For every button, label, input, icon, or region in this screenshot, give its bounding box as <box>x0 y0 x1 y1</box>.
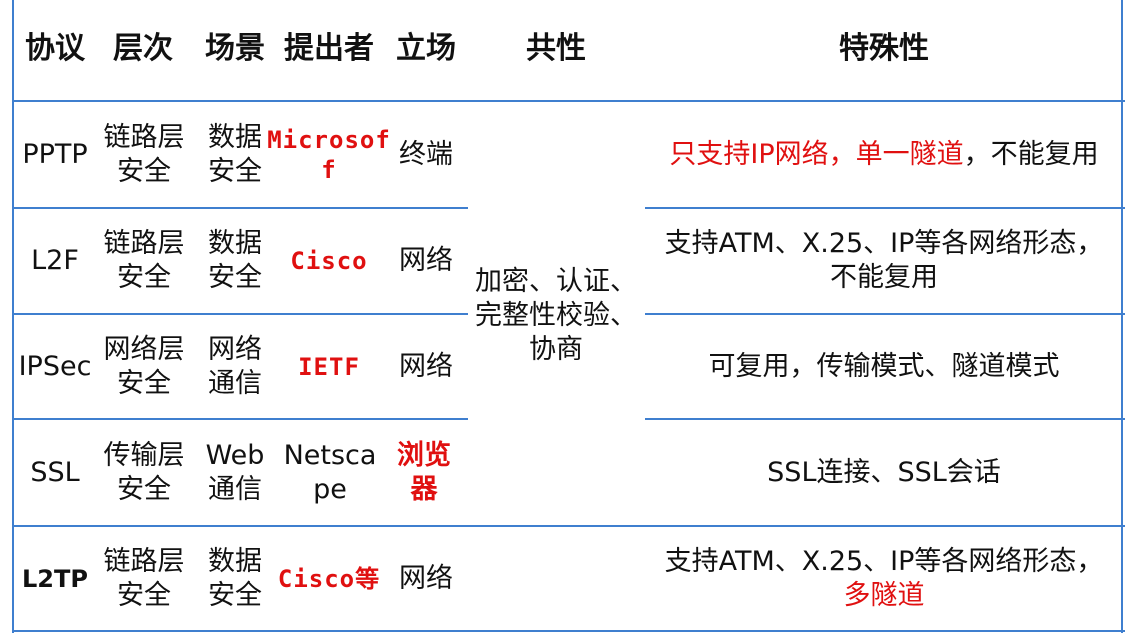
row-l2tp-proposer: Cisco等 <box>277 564 381 593</box>
header-special: 特殊性 <box>839 31 929 67</box>
row-pptp-proposer: Microsof f <box>267 102 390 207</box>
row-ipsec-special: 可复用，传输模式、隧道模式 <box>708 350 1060 382</box>
proposer-line-1: Microsof <box>267 125 391 154</box>
row-pptp-protocol: PPTP <box>22 138 88 170</box>
special-highlight: 只支持IP网络，单一隧道 <box>669 138 964 170</box>
header-scene: 场景 <box>205 31 265 67</box>
row-ipsec-stance: 网络 <box>399 350 453 382</box>
header-protocol: 协议 <box>25 31 85 67</box>
row-ipsec-scene: 网络通信 <box>208 333 262 399</box>
row-l2tp-special: 支持ATM、X.25、IP等各网络形态， 多隧道 <box>645 527 1123 630</box>
special-rest: ，不能复用 <box>963 138 1099 170</box>
row-pptp-special: 只支持IP网络，单一隧道 ，不能复用 <box>645 102 1123 207</box>
header-stance: 立场 <box>396 31 456 67</box>
row-l2tp-layer: 链路层安全 <box>103 545 185 611</box>
special-line-1: 支持ATM、X.25、IP等各网络形态， <box>664 228 1104 260</box>
row-l2f-stance: 网络 <box>399 245 453 277</box>
header-common: 共性 <box>526 31 586 67</box>
row-l2tp-protocol: L2TP <box>22 564 88 593</box>
row-l2tp-stance: 网络 <box>399 562 453 594</box>
header-layer: 层次 <box>113 31 173 67</box>
row-l2f-scene: 数据安全 <box>208 228 262 293</box>
row-l2f-proposer: Cisco <box>290 247 368 275</box>
row-pptp-layer: 链路层安全 <box>103 121 185 187</box>
row-l2f-protocol: L2F <box>31 245 79 277</box>
common-features: 加密、认证、完整性校验、协商 <box>475 266 637 365</box>
row-l2tp-scene: 数据安全 <box>208 545 262 611</box>
row-ssl-special: SSL连接、SSL会话 <box>767 456 1001 488</box>
row-ssl-stance: 浏览器 <box>397 439 451 505</box>
row-ssl-scene: Web通信 <box>205 439 265 505</box>
row-l2f-layer: 链路层安全 <box>103 228 185 293</box>
table-bottom-border <box>12 630 1125 632</box>
row-ssl-protocol: SSL <box>30 456 80 488</box>
special-line-1: 支持ATM、X.25、IP等各网络形态， <box>664 545 1104 577</box>
row-ssl-layer: 传输层安全 <box>103 439 185 505</box>
row-l2f-special: 支持ATM、X.25、IP等各网络形态， 不能复用 <box>645 209 1123 313</box>
special-line-2: 不能复用 <box>830 262 938 293</box>
protocol-comparison-table: 协议 层次 场景 提出者 立场 共性 特殊性 加密、认证、完整性校验、协商 PP… <box>0 0 1125 633</box>
row-ipsec-proposer: IETF <box>298 352 360 381</box>
header-proposer: 提出者 <box>284 31 374 67</box>
proposer-line-2: f <box>321 155 337 184</box>
row-pptp-scene: 数据安全 <box>208 121 262 187</box>
row-ipsec-layer: 网络层安全 <box>103 333 185 399</box>
special-line-2: 多隧道 <box>843 579 925 611</box>
row-ipsec-protocol: IPSec <box>18 350 92 382</box>
row-ssl-proposer: Netscape <box>283 439 377 505</box>
row-pptp-stance: 终端 <box>399 138 453 170</box>
